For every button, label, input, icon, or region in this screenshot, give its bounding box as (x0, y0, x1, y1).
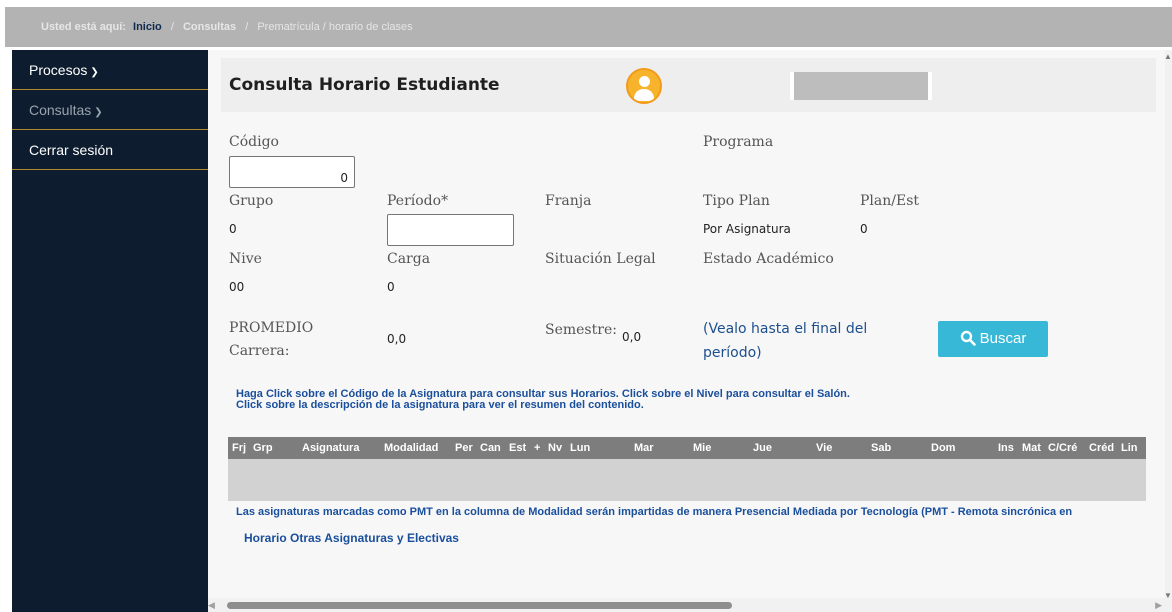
sidebar-item-label: Cerrar sesión (29, 142, 114, 158)
sidebar-item-cerrar-sesion[interactable]: Cerrar sesión (12, 130, 208, 170)
plan-est-value: 0 (860, 222, 868, 236)
vealo-note-line-1: (Vealo hasta el final del (703, 321, 868, 337)
grupo-label: Grupo (229, 193, 274, 209)
schedule-table-header: Frj Grp Asignatura Modalidad Per Can Est… (228, 437, 1146, 459)
periodo-input[interactable] (387, 214, 514, 246)
user-avatar-icon (626, 68, 662, 104)
codigo-input[interactable]: 0 (229, 156, 355, 188)
franja-label: Franja (545, 193, 592, 209)
breadcrumb-bar: Usted está aquí: Inicio / Consultas / Pr… (5, 7, 1172, 47)
search-icon (960, 330, 976, 346)
scroll-right-icon[interactable]: ▶ (1155, 600, 1162, 611)
pmt-note: Las asignaturas marcadas como PMT en la … (236, 506, 1073, 518)
breadcrumb-separator: / (245, 21, 249, 33)
sidebar-item-procesos[interactable]: Procesos ❯ (12, 50, 208, 90)
nivel-value: 00 (229, 280, 245, 294)
grupo-value: 0 (229, 222, 237, 236)
column-header: Dom (931, 442, 956, 454)
semestre-value: 0,0 (622, 330, 642, 344)
programa-label: Programa (703, 134, 774, 150)
breadcrumb-prematricula: Prematrícula / horario de clases (257, 21, 413, 33)
estado-academico-label: Estado Académico (703, 251, 834, 267)
breadcrumb-separator: / (170, 21, 174, 33)
vealo-note-line-2: período) (703, 345, 762, 361)
buscar-button[interactable]: Buscar (938, 321, 1048, 357)
vertical-scrollbar[interactable]: ▲ ▼ (1164, 50, 1172, 600)
horizontal-scrollbar[interactable]: ◀ ▶ (208, 598, 1172, 612)
nivel-label: Nive (229, 251, 262, 267)
instructions-note: Haga Click sobre el Código de la Asignat… (236, 389, 850, 411)
breadcrumb: Usted está aquí: Inicio / Consultas / Pr… (41, 21, 413, 33)
promedio-carrera-label: Carrera: (229, 343, 290, 359)
periodo-label: Período* (387, 193, 449, 209)
scroll-left-icon[interactable]: ◀ (208, 600, 215, 611)
column-header: Mar (634, 442, 654, 454)
column-header: Ins (998, 442, 1014, 454)
column-header: Jue (753, 442, 772, 454)
column-header: Sab (871, 442, 892, 454)
breadcrumb-inicio[interactable]: Inicio (133, 21, 162, 33)
column-header: Lun (570, 442, 591, 454)
tipo-plan-value: Por Asignatura (703, 222, 791, 236)
column-header: Créd (1089, 442, 1115, 454)
instructions-line-2: Click sobre la descripción de la asignat… (236, 399, 644, 411)
column-header: Asignatura (302, 442, 360, 454)
chevron-down-icon: ❯ (90, 67, 99, 78)
page-title: Consulta Horario Estudiante (229, 75, 500, 95)
scroll-up-icon[interactable]: ▲ (1164, 52, 1172, 61)
promedio-label: PROMEDIO (229, 320, 314, 336)
column-header: Grp (253, 442, 273, 454)
column-header: Mie (693, 442, 712, 454)
codigo-label: Código (229, 134, 279, 150)
situacion-legal-label: Situación Legal (545, 251, 656, 267)
chevron-down-icon: ❯ (94, 107, 103, 118)
column-header: + (534, 442, 541, 454)
column-header: Vie (816, 442, 833, 454)
carga-label: Carga (387, 251, 431, 267)
plan-est-label: Plan/Est (860, 193, 920, 209)
promedio-value: 0,0 (387, 332, 407, 346)
column-header: Nv (548, 442, 563, 454)
carga-value: 0 (387, 280, 395, 294)
sidebar-item-label: Consultas (29, 102, 92, 118)
main-content: Consulta Horario Estudiante Código 0 Pro… (208, 50, 1168, 598)
column-header: Per (455, 442, 473, 454)
redacted-student-name (790, 72, 932, 100)
semestre-label: Semestre: (545, 322, 617, 338)
schedule-table-body (228, 459, 1146, 501)
column-header: Est (509, 442, 527, 454)
column-header: Lin (1121, 442, 1138, 454)
buscar-label: Buscar (979, 330, 1027, 347)
column-header: Modalidad (384, 442, 439, 454)
column-header: Mat (1022, 442, 1041, 454)
tipo-plan-label: Tipo Plan (703, 193, 770, 209)
otras-asignaturas-link[interactable]: Horario Otras Asignaturas y Electivas (244, 531, 459, 545)
breadcrumb-consultas[interactable]: Consultas (183, 21, 236, 33)
column-header: C/Cré (1048, 442, 1078, 454)
column-header: Can (480, 442, 501, 454)
sidebar: Procesos ❯ Consultas ❯ Cerrar sesión (12, 50, 208, 612)
sidebar-item-label: Procesos (29, 62, 88, 78)
breadcrumb-prefix: Usted está aquí: (41, 21, 126, 33)
header-panel: Consulta Horario Estudiante (221, 58, 1156, 112)
column-header: Frj (232, 442, 247, 454)
sidebar-item-consultas[interactable]: Consultas ❯ (12, 90, 208, 130)
scrollbar-thumb[interactable] (227, 602, 732, 609)
